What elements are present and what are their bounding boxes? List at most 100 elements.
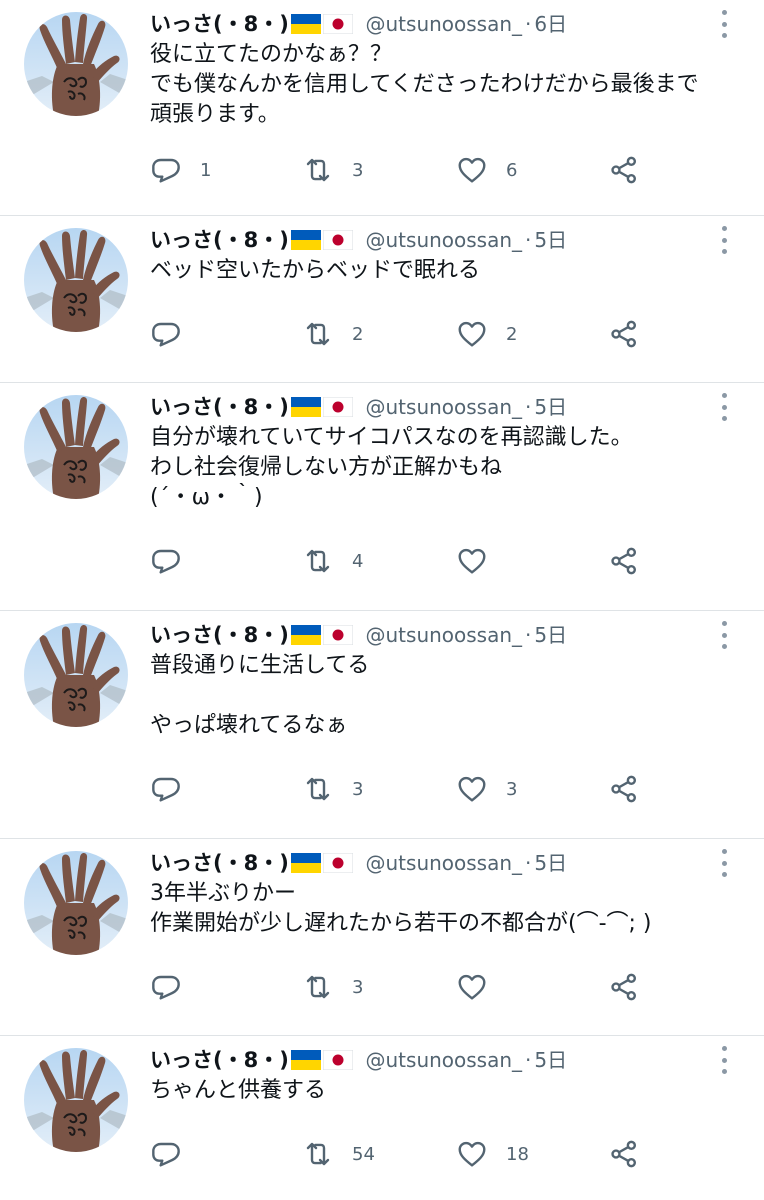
like-button[interactable] xyxy=(456,543,506,579)
tweet-text-line: ちゃんと供養する xyxy=(150,1078,327,1103)
timestamp[interactable]: 5日 xyxy=(534,1048,567,1072)
retweet-button[interactable]: 4 xyxy=(302,543,363,579)
more-vertical-icon[interactable] xyxy=(714,226,734,254)
tweet-text-line: 役に立てたのかなぁ？？ xyxy=(150,42,393,67)
retweet-button[interactable]: 54 xyxy=(302,1136,375,1172)
display-name[interactable]: いっさ(・8・) xyxy=(150,1048,289,1072)
tweet-text: 普段通りに生活してる やっぱ壊れてるなぁ xyxy=(150,651,724,763)
tweet-text: ベッド空いたからベッドで眠れる xyxy=(150,256,724,308)
display-name[interactable]: いっさ(・8・) xyxy=(150,395,289,419)
more-vertical-icon[interactable] xyxy=(714,849,734,877)
tweet-header: いっさ(・8・) @utsunoossan_ · 5日 xyxy=(150,216,727,256)
avatar[interactable] xyxy=(24,12,128,116)
ukraine-flag-icon xyxy=(291,14,321,34)
reply-button[interactable] xyxy=(150,316,200,352)
like-button[interactable]: 6 xyxy=(456,152,517,188)
tweet[interactable]: いっさ(・8・) @utsunoossan_ · 5日 ちゃんと供養する 54 18 xyxy=(0,1036,764,1200)
tweet-text-line: ベッド空いたからベッドで眠れる xyxy=(150,258,481,283)
retweet-button[interactable]: 2 xyxy=(302,316,363,352)
share-icon xyxy=(608,154,640,186)
like-button[interactable]: 3 xyxy=(456,771,517,807)
tweet[interactable]: いっさ(・8・) @utsunoossan_ · 5日 3年半ぶりかー 作業開始が少… xyxy=(0,839,764,1036)
like-count: 3 xyxy=(506,778,518,800)
more-vertical-icon[interactable] xyxy=(714,1046,734,1074)
avatar[interactable] xyxy=(24,228,128,332)
avatar[interactable] xyxy=(24,851,128,955)
timestamp[interactable]: 5日 xyxy=(534,851,567,875)
share-icon xyxy=(608,545,640,577)
retweet-count: 54 xyxy=(352,1143,375,1165)
share-button[interactable] xyxy=(608,771,640,807)
reply-button[interactable] xyxy=(150,543,200,579)
handle[interactable]: @utsunoossan_ xyxy=(366,228,523,252)
timestamp[interactable]: 6日 xyxy=(534,12,567,36)
handle[interactable]: @utsunoossan_ xyxy=(366,623,523,647)
avatar[interactable] xyxy=(24,1048,128,1152)
share-button[interactable] xyxy=(608,316,640,352)
more-vertical-icon[interactable] xyxy=(714,621,734,649)
handle[interactable]: @utsunoossan_ xyxy=(366,851,523,875)
reply-icon xyxy=(150,1138,182,1170)
avatar[interactable] xyxy=(24,395,128,499)
reply-count: 1 xyxy=(200,159,212,181)
tweet[interactable]: いっさ(・8・) @utsunoossan_ · 5日 普段通りに生活してる やっぱ… xyxy=(0,611,764,839)
retweet-icon xyxy=(302,1138,334,1170)
retweet-count: 4 xyxy=(352,550,364,572)
retweet-button[interactable]: 3 xyxy=(302,969,363,1005)
tweet-actions: 3 xyxy=(150,961,724,1013)
timestamp[interactable]: 5日 xyxy=(534,623,567,647)
retweet-count: 3 xyxy=(352,976,364,998)
handle[interactable]: @utsunoossan_ xyxy=(366,395,523,419)
share-button[interactable] xyxy=(608,1136,640,1172)
ukraine-flag-icon xyxy=(291,1050,321,1070)
handle[interactable]: @utsunoossan_ xyxy=(366,12,523,36)
reply-icon xyxy=(150,318,182,350)
tweet-text-line: 普段通りに生活してる xyxy=(150,653,370,678)
retweet-icon xyxy=(302,154,334,186)
display-name[interactable]: いっさ(・8・) xyxy=(150,12,289,36)
tweet[interactable]: いっさ(・8・) @utsunoossan_ · 5日 自分が壊れていてサイコパスな… xyxy=(0,383,764,611)
reply-button[interactable] xyxy=(150,1136,200,1172)
display-name[interactable]: いっさ(・8・) xyxy=(150,228,289,252)
heart-icon xyxy=(456,1138,488,1170)
heart-icon xyxy=(456,154,488,186)
share-button[interactable] xyxy=(608,152,640,188)
separator: · xyxy=(525,623,532,647)
like-button[interactable] xyxy=(456,969,506,1005)
separator: · xyxy=(525,395,532,419)
more-vertical-icon[interactable] xyxy=(714,10,734,38)
share-icon xyxy=(608,971,640,1003)
tweet-header: いっさ(・8・) @utsunoossan_ · 5日 xyxy=(150,611,727,651)
retweet-icon xyxy=(302,773,334,805)
avatar[interactable] xyxy=(24,623,128,727)
tweet-actions: 1 3 6 xyxy=(150,144,724,196)
reply-button[interactable]: 1 xyxy=(150,152,211,188)
ukraine-flag-icon xyxy=(291,625,321,645)
more-vertical-icon[interactable] xyxy=(714,393,734,421)
retweet-button[interactable]: 3 xyxy=(302,771,363,807)
retweet-icon xyxy=(302,545,334,577)
tweet[interactable]: いっさ(・8・) @utsunoossan_ · 5日 ベッド空いたからベッドで眠れ… xyxy=(0,216,764,383)
retweet-button[interactable]: 3 xyxy=(302,152,363,188)
tweet-text-line: 自分が壊れていてサイコパスなのを再認識した。 xyxy=(150,425,633,450)
share-button[interactable] xyxy=(608,543,640,579)
tweet[interactable]: いっさ(・8・) @utsunoossan_ · 6日 役に立てたのかなぁ？？ でも… xyxy=(0,0,764,216)
timestamp[interactable]: 5日 xyxy=(534,228,567,252)
tweet-text-line: 頑張ります。 xyxy=(150,102,280,127)
reply-button[interactable] xyxy=(150,771,200,807)
share-icon xyxy=(608,318,640,350)
reply-button[interactable] xyxy=(150,969,200,1005)
display-name[interactable]: いっさ(・8・) xyxy=(150,623,289,647)
display-name[interactable]: いっさ(・8・) xyxy=(150,851,289,875)
timestamp[interactable]: 5日 xyxy=(534,395,567,419)
timeline: いっさ(・8・) @utsunoossan_ · 6日 役に立てたのかなぁ？？ でも… xyxy=(0,0,764,1200)
like-button[interactable]: 2 xyxy=(456,316,517,352)
tweet-text-line: 3年半ぶりかー xyxy=(150,881,296,906)
tweet-text-line: やっぱ壊れてるなぁ xyxy=(150,713,348,738)
reply-icon xyxy=(150,154,182,186)
tweet-text: 役に立てたのかなぁ？？ でも僕なんかを信用してくださったわけだから最後まで 頑張… xyxy=(150,40,724,144)
like-button[interactable]: 18 xyxy=(456,1136,529,1172)
share-button[interactable] xyxy=(608,969,640,1005)
handle[interactable]: @utsunoossan_ xyxy=(366,1048,523,1072)
retweet-count: 2 xyxy=(352,323,364,345)
